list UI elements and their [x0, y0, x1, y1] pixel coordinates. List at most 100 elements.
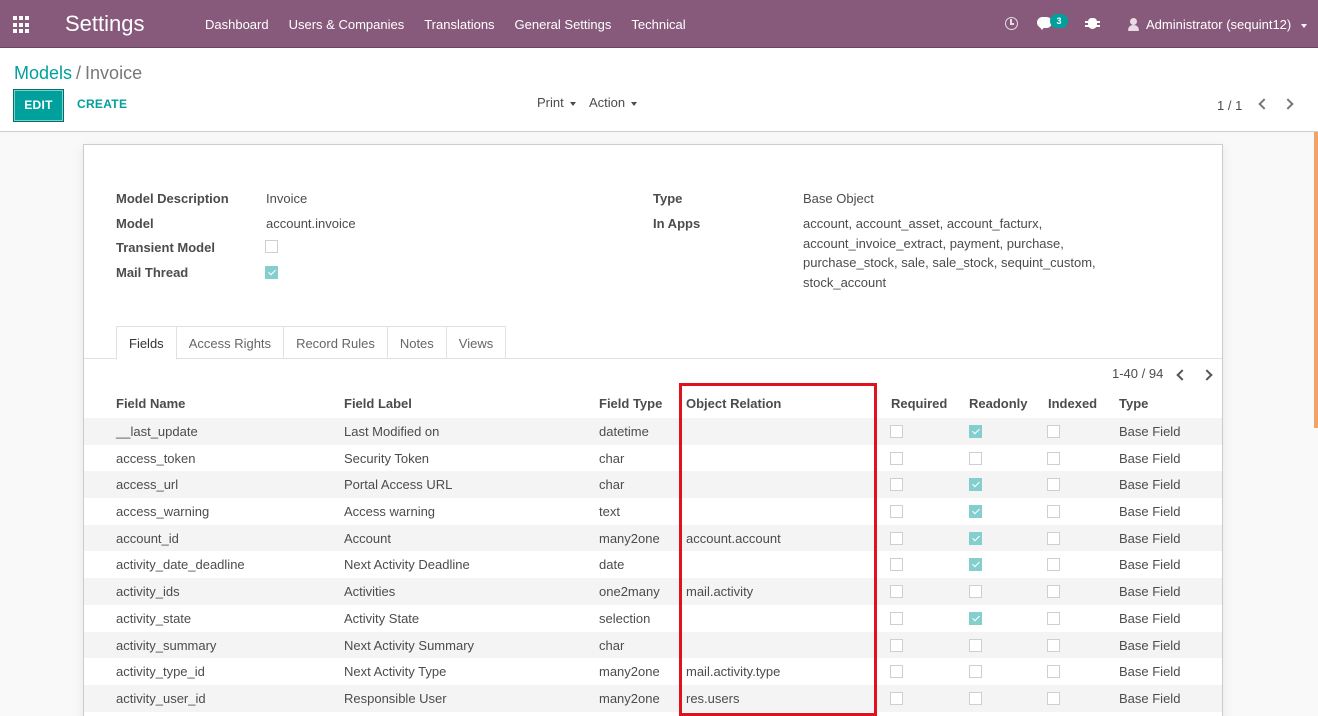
- table-row[interactable]: activity_summary Next Activity Summary cha…: [84, 631, 1222, 659]
- type-label: Type: [653, 191, 683, 206]
- transient-model-checkbox: [265, 240, 278, 253]
- indexed-checkbox: [1047, 638, 1060, 652]
- table-row[interactable]: access_warning Access warning text Base Fie…: [84, 498, 1222, 525]
- required-checkbox: [890, 638, 903, 652]
- cell-field-type: many2one: [599, 530, 660, 546]
- create-button[interactable]: CREATE: [77, 97, 127, 111]
- table-row[interactable]: activity_date_deadline Next Activity Dead…: [84, 551, 1222, 578]
- tab-notes[interactable]: Notes: [387, 326, 447, 359]
- readonly-checkbox: [969, 638, 982, 652]
- menu-dashboard[interactable]: Dashboard: [195, 0, 279, 48]
- cell-type: Base Field: [1119, 424, 1181, 439]
- cell-object-relation: res.users: [686, 690, 740, 706]
- indexed-checkbox: [1047, 478, 1060, 492]
- cell-field-label: Next Activity Deadline: [344, 557, 470, 573]
- cell-field-label: Activity State: [344, 610, 420, 626]
- required-checkbox: [890, 478, 903, 492]
- table-row[interactable]: __last_update Last Modified on datetime Bas…: [84, 418, 1222, 445]
- tab-record-rules[interactable]: Record Rules: [284, 326, 388, 359]
- menu-general-settings[interactable]: General Settings: [505, 0, 622, 48]
- readonly-checkbox: [969, 531, 982, 545]
- indexed-checkbox: [1047, 531, 1060, 545]
- col-required[interactable]: Required: [891, 396, 947, 411]
- table-row[interactable]: activity_user_id Responsible User many2one…: [84, 684, 1222, 712]
- list-pager[interactable]: 1-40 / 94: [1112, 366, 1163, 381]
- in-apps-label: In Apps: [653, 216, 701, 231]
- cell-type: Base Field: [1119, 450, 1181, 466]
- cell-field-label: Last Modified on: [344, 424, 440, 439]
- list-pager-next-icon[interactable]: [1201, 369, 1213, 381]
- required-checkbox: [890, 665, 903, 679]
- breadcrumb-models[interactable]: Models: [14, 63, 72, 83]
- tab-access-rights[interactable]: Access Rights: [176, 326, 285, 359]
- cell-field-type: text: [599, 504, 620, 520]
- table-row[interactable]: activity_type_id Next Activity Type many2o…: [84, 658, 1222, 685]
- cell-type: Base Field: [1119, 664, 1181, 680]
- col-field-name[interactable]: Field Name: [116, 396, 185, 411]
- print-dropdown[interactable]: Print: [537, 95, 576, 110]
- indexed-checkbox: [1047, 425, 1060, 438]
- chat-count-badge: 3: [1050, 14, 1068, 28]
- menu-technical[interactable]: Technical: [621, 0, 695, 48]
- model-description-value: Invoice: [266, 191, 308, 206]
- cell-field-label: Access warning: [344, 504, 436, 520]
- table-row[interactable]: account_id Account many2one account.account…: [84, 524, 1222, 552]
- pager-previous-icon[interactable]: [1258, 98, 1270, 110]
- activity-clock-icon[interactable]: [1005, 17, 1018, 30]
- cell-type: Base Field: [1119, 530, 1181, 546]
- cell-field-type: date: [599, 557, 625, 573]
- cell-field-label: Security Token: [344, 450, 430, 466]
- cell-type: Base Field: [1119, 504, 1181, 520]
- edit-button[interactable]: EDIT: [13, 89, 64, 122]
- cell-field-name: access_warning: [116, 504, 210, 520]
- cell-type: Base Field: [1119, 690, 1181, 706]
- user-icon[interactable]: [1128, 18, 1139, 31]
- tab-views[interactable]: Views: [446, 326, 507, 359]
- pager-next-icon[interactable]: [1282, 98, 1294, 110]
- readonly-checkbox: [969, 425, 982, 438]
- col-type[interactable]: Type: [1119, 396, 1148, 411]
- cell-type: Base Field: [1119, 610, 1181, 626]
- breadcrumb-current: Invoice: [85, 63, 143, 83]
- indexed-checkbox: [1047, 585, 1060, 599]
- cell-type: Base Field: [1119, 637, 1181, 653]
- indexed-checkbox: [1047, 691, 1060, 705]
- cell-field-label: Activities: [344, 584, 396, 600]
- notebook-tabs: Fields Access Rights Record Rules Notes …: [116, 326, 507, 360]
- readonly-checkbox: [969, 505, 982, 519]
- apps-menu-icon[interactable]: [13, 16, 31, 34]
- col-object-relation[interactable]: Object Relation: [686, 396, 781, 411]
- user-menu[interactable]: Administrator (sequint12): [1146, 17, 1291, 32]
- cell-field-name: access_url: [116, 477, 179, 493]
- required-checkbox: [890, 531, 903, 545]
- cell-field-name: __last_update: [116, 424, 198, 439]
- table-row[interactable]: access_url Portal Access URL char Base Fiel…: [84, 471, 1222, 499]
- required-checkbox: [890, 505, 903, 519]
- list-pager-previous-icon[interactable]: [1176, 369, 1188, 381]
- table-row[interactable]: activity_ids Activities one2many mail.activ…: [84, 578, 1222, 605]
- readonly-checkbox: [969, 478, 982, 492]
- model-label: Model: [116, 216, 154, 231]
- mail-thread-checkbox: [265, 266, 278, 279]
- tab-fields[interactable]: Fields: [116, 326, 177, 360]
- table-row[interactable]: activity_state Activity State selection Bas…: [84, 605, 1222, 632]
- cell-field-name: activity_date_deadline: [116, 557, 245, 573]
- cell-object-relation: account.account: [686, 530, 781, 546]
- col-readonly[interactable]: Readonly: [969, 396, 1028, 411]
- cell-field-type: char: [599, 637, 625, 653]
- indexed-checkbox: [1047, 451, 1060, 465]
- indexed-checkbox: [1047, 665, 1060, 679]
- col-field-type[interactable]: Field Type: [599, 396, 662, 411]
- col-field-label[interactable]: Field Label: [344, 396, 412, 411]
- menu-translations[interactable]: Translations: [414, 0, 504, 48]
- action-dropdown[interactable]: Action: [589, 95, 637, 110]
- cell-field-type: datetime: [599, 424, 649, 439]
- user-caret-icon[interactable]: [1301, 24, 1307, 28]
- cell-field-name: activity_user_id: [116, 690, 206, 706]
- debug-bug-icon[interactable]: [1085, 18, 1100, 29]
- indexed-checkbox: [1047, 505, 1060, 519]
- col-indexed[interactable]: Indexed: [1048, 396, 1097, 411]
- table-row[interactable]: access_token Security Token char Base Field: [84, 445, 1222, 472]
- menu-users-companies[interactable]: Users & Companies: [279, 0, 415, 48]
- cell-field-type: selection: [599, 610, 651, 626]
